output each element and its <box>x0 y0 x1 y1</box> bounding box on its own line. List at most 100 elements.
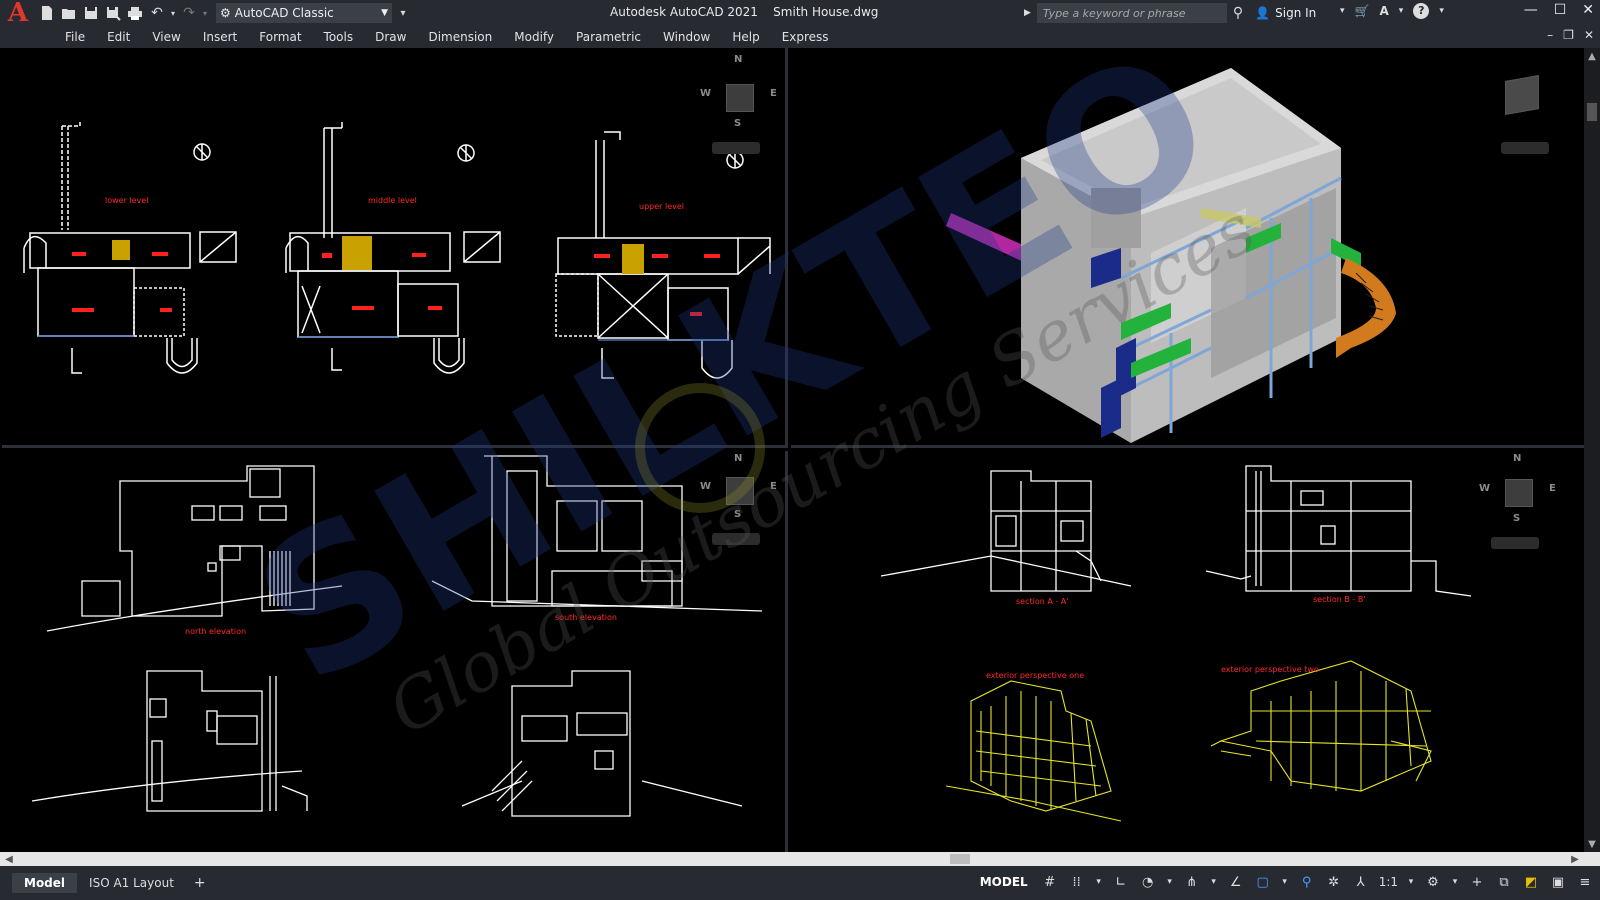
viewcube-face[interactable] <box>726 84 754 112</box>
tab-model[interactable]: Model <box>12 873 78 893</box>
customization-menu-icon[interactable]: ≡ <box>1576 873 1594 891</box>
save-icon[interactable] <box>80 2 102 24</box>
undo-icon[interactable]: ↶ <box>146 2 168 24</box>
polar-tracking-icon[interactable]: ◔ <box>1139 873 1157 891</box>
wcs-menu[interactable] <box>1491 537 1539 549</box>
customize-qat-icon[interactable]: ▾ <box>392 2 414 24</box>
redo-icon[interactable]: ↷ <box>178 2 200 24</box>
search-icon[interactable]: ⚲ <box>1233 5 1243 21</box>
compass-north: N <box>1513 453 1522 464</box>
units-icon[interactable]: ⧉ <box>1495 873 1513 891</box>
isodraft-dropdown-icon[interactable]: ▾ <box>1210 873 1218 891</box>
menu-modify[interactable]: Modify <box>503 30 565 44</box>
menu-window[interactable]: Window <box>652 30 721 44</box>
a360-dropdown-icon[interactable]: ▾ <box>1399 6 1404 16</box>
cart-icon[interactable]: 🛒 <box>1355 4 1370 18</box>
auto-scale-icon[interactable]: ✲ <box>1325 873 1343 891</box>
viewcube-face[interactable] <box>1505 75 1539 115</box>
menu-dimension[interactable]: Dimension <box>417 30 503 44</box>
wcs-menu[interactable] <box>1501 142 1549 154</box>
viewport-3d-model[interactable] <box>791 48 1584 448</box>
viewcube-face[interactable] <box>726 477 754 505</box>
wcs-menu[interactable] <box>712 142 760 154</box>
horizontal-scroll-thumb[interactable] <box>950 854 970 864</box>
annotation-visibility-icon[interactable]: ⚲ <box>1298 873 1316 891</box>
horizontal-scrollbar[interactable]: ◀ ▶ <box>0 852 1600 866</box>
menu-help[interactable]: Help <box>721 30 770 44</box>
annotation-scale-icon[interactable]: ⅄ <box>1352 873 1370 891</box>
scroll-left-icon[interactable]: ◀ <box>2 852 16 866</box>
compass-east: E <box>1549 483 1556 494</box>
clean-screen-icon[interactable]: ▣ <box>1549 873 1567 891</box>
expand-arrow-icon[interactable]: ▶ <box>1024 8 1031 18</box>
sign-in-button[interactable]: 👤 Sign In <box>1255 6 1316 20</box>
drawing-area[interactable]: lower level middle level upper level N W… <box>0 48 1584 852</box>
wcs-menu[interactable] <box>712 533 760 545</box>
autocad-logo-icon[interactable]: A <box>0 0 36 28</box>
viewcube-top-left[interactable]: N W E S <box>694 54 784 154</box>
workspace-dropdown[interactable]: ⚙ AutoCAD Classic ▼ <box>216 3 392 23</box>
workspace-switching-icon[interactable]: ⚙ <box>1424 873 1442 891</box>
viewport-sections-perspectives[interactable]: section A - A' section B - B' exterior p… <box>791 451 1584 852</box>
object-snap-tracking-icon[interactable]: ∠ <box>1227 873 1245 891</box>
menu-draw[interactable]: Draw <box>364 30 417 44</box>
viewport-floor-plans[interactable]: lower level middle level upper level N W… <box>2 48 788 448</box>
annotation-monitor-icon[interactable]: + <box>1468 873 1486 891</box>
viewcube-bottom-left[interactable]: N W E S <box>694 453 784 545</box>
autodesk-a360-icon[interactable]: A <box>1379 4 1388 18</box>
snap-dropdown-icon[interactable]: ▾ <box>1095 873 1103 891</box>
doc-close-icon[interactable]: ✕ <box>1584 28 1594 42</box>
menu-view[interactable]: View <box>141 30 191 44</box>
workspace-dropdown-icon[interactable]: ▾ <box>1451 873 1459 891</box>
add-layout-button[interactable]: + <box>194 875 206 891</box>
compass-west: W <box>700 481 712 492</box>
autocad-window: A ↶ ▾ ↷ ▾ ⚙ AutoCAD Classic ▼ ▾ Autodesk… <box>0 0 1600 900</box>
print-icon[interactable] <box>124 2 146 24</box>
annotation-scale-value[interactable]: 1:1 <box>1379 875 1398 889</box>
polar-dropdown-icon[interactable]: ▾ <box>1166 873 1174 891</box>
viewcube-bottom-right[interactable]: N W E S <box>1473 453 1563 549</box>
object-snap-dropdown-icon[interactable]: ▾ <box>1281 873 1289 891</box>
viewcube-face[interactable] <box>1505 479 1533 507</box>
title-right-tools: ▾ 🛒 A ▾ ? ▾ <box>1340 3 1444 19</box>
scale-dropdown-icon[interactable]: ▾ <box>1407 873 1415 891</box>
menu-format[interactable]: Format <box>248 30 312 44</box>
vertical-scrollbar[interactable]: ▲ ▼ <box>1584 48 1600 852</box>
menu-edit[interactable]: Edit <box>96 30 141 44</box>
sign-in-dropdown-icon[interactable]: ▾ <box>1340 6 1345 16</box>
grid-icon[interactable]: # <box>1041 873 1059 891</box>
menu-tools[interactable]: Tools <box>313 30 365 44</box>
open-folder-icon[interactable] <box>58 2 80 24</box>
model-space-button[interactable]: MODEL <box>976 875 1032 889</box>
menu-parametric[interactable]: Parametric <box>565 30 652 44</box>
viewcube-3d[interactable] <box>1481 66 1571 156</box>
object-snap-icon[interactable]: ▢ <box>1254 873 1272 891</box>
quick-properties-icon[interactable]: ◩ <box>1522 873 1540 891</box>
compass-south: S <box>1513 513 1521 524</box>
doc-restore-icon[interactable]: ❐ <box>1563 28 1574 42</box>
new-file-icon[interactable] <box>36 2 58 24</box>
menu-express[interactable]: Express <box>771 30 840 44</box>
close-icon[interactable]: ✕ <box>1582 2 1594 18</box>
label-perspective-two: exterior perspective two <box>1221 665 1319 674</box>
ortho-icon[interactable]: ∟ <box>1112 873 1130 891</box>
vertical-scroll-thumb[interactable] <box>1587 103 1597 121</box>
isodraft-icon[interactable]: ⋔ <box>1183 873 1201 891</box>
scroll-up-icon[interactable]: ▲ <box>1584 48 1600 64</box>
scroll-down-icon[interactable]: ▼ <box>1584 836 1600 852</box>
save-as-icon[interactable] <box>102 2 124 24</box>
menu-insert[interactable]: Insert <box>192 30 248 44</box>
doc-minimize-icon[interactable]: – <box>1547 28 1553 42</box>
help-icon[interactable]: ? <box>1413 3 1430 19</box>
minimize-icon[interactable]: — <box>1524 2 1538 18</box>
viewport-elevations[interactable]: north elevation south elevation N W E S <box>2 451 788 852</box>
maximize-icon[interactable]: ☐ <box>1554 2 1567 18</box>
scroll-right-icon[interactable]: ▶ <box>1568 852 1582 866</box>
snap-icon[interactable]: ⁞⁞ <box>1068 873 1086 891</box>
undo-dropdown-icon[interactable]: ▾ <box>168 2 178 24</box>
search-input[interactable] <box>1036 3 1227 23</box>
help-dropdown-icon[interactable]: ▾ <box>1439 6 1444 16</box>
redo-dropdown-icon[interactable]: ▾ <box>200 2 210 24</box>
tab-iso-a1-layout[interactable]: ISO A1 Layout <box>77 873 186 893</box>
menu-file[interactable]: File <box>54 30 96 44</box>
